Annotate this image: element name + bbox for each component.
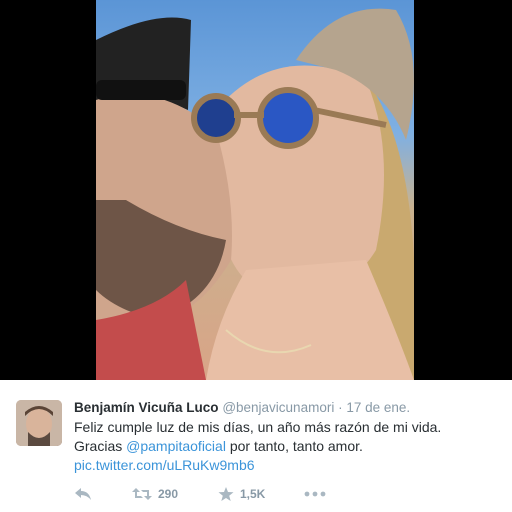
- tweet-date[interactable]: 17 de ene.: [346, 400, 410, 415]
- avatar[interactable]: [16, 400, 62, 446]
- separator: ·: [338, 400, 343, 415]
- favorite-button[interactable]: 1,5K: [218, 484, 265, 504]
- retweet-count: 290: [158, 487, 179, 501]
- tweet-text-suffix: por tanto, tanto amor.: [225, 438, 363, 454]
- retweet-button[interactable]: 290: [132, 484, 178, 504]
- retweet-icon: [132, 488, 152, 500]
- reply-icon: [75, 488, 91, 500]
- tweet-text-line1: Feliz cumple luz de mis días, un año más…: [74, 419, 442, 435]
- author-name[interactable]: Benjamín Vicuña Luco: [74, 400, 219, 415]
- media-link[interactable]: pic.twitter.com/uLRuKw9mb6: [74, 457, 255, 473]
- tweet-text-line2: Gracias @pampitaoficial por tanto, tanto…: [74, 437, 494, 456]
- tweet-header: Benjamín Vicuña Luco @benjavicunamori · …: [74, 400, 410, 415]
- tweet-text: Feliz cumple luz de mis días, un año más…: [74, 418, 494, 475]
- tweet-photo-frame: [0, 0, 512, 380]
- author-handle[interactable]: @benjavicunamori: [222, 400, 334, 415]
- star-icon: [218, 487, 234, 501]
- more-button[interactable]: [304, 484, 326, 504]
- tweet-photo[interactable]: [96, 0, 414, 380]
- tweet: Benjamín Vicuña Luco @benjavicunamori · …: [0, 380, 512, 512]
- kiss-photo-illustration: [96, 8, 414, 380]
- more-icon: [304, 491, 326, 497]
- tweet-actions: 290 1,5K: [74, 484, 374, 504]
- avatar-image: [16, 400, 62, 446]
- favorite-count: 1,5K: [240, 487, 266, 501]
- mention-link[interactable]: @pampitaoficial: [126, 438, 226, 454]
- tweet-text-prefix: Gracias: [74, 438, 127, 454]
- reply-button[interactable]: [74, 484, 92, 504]
